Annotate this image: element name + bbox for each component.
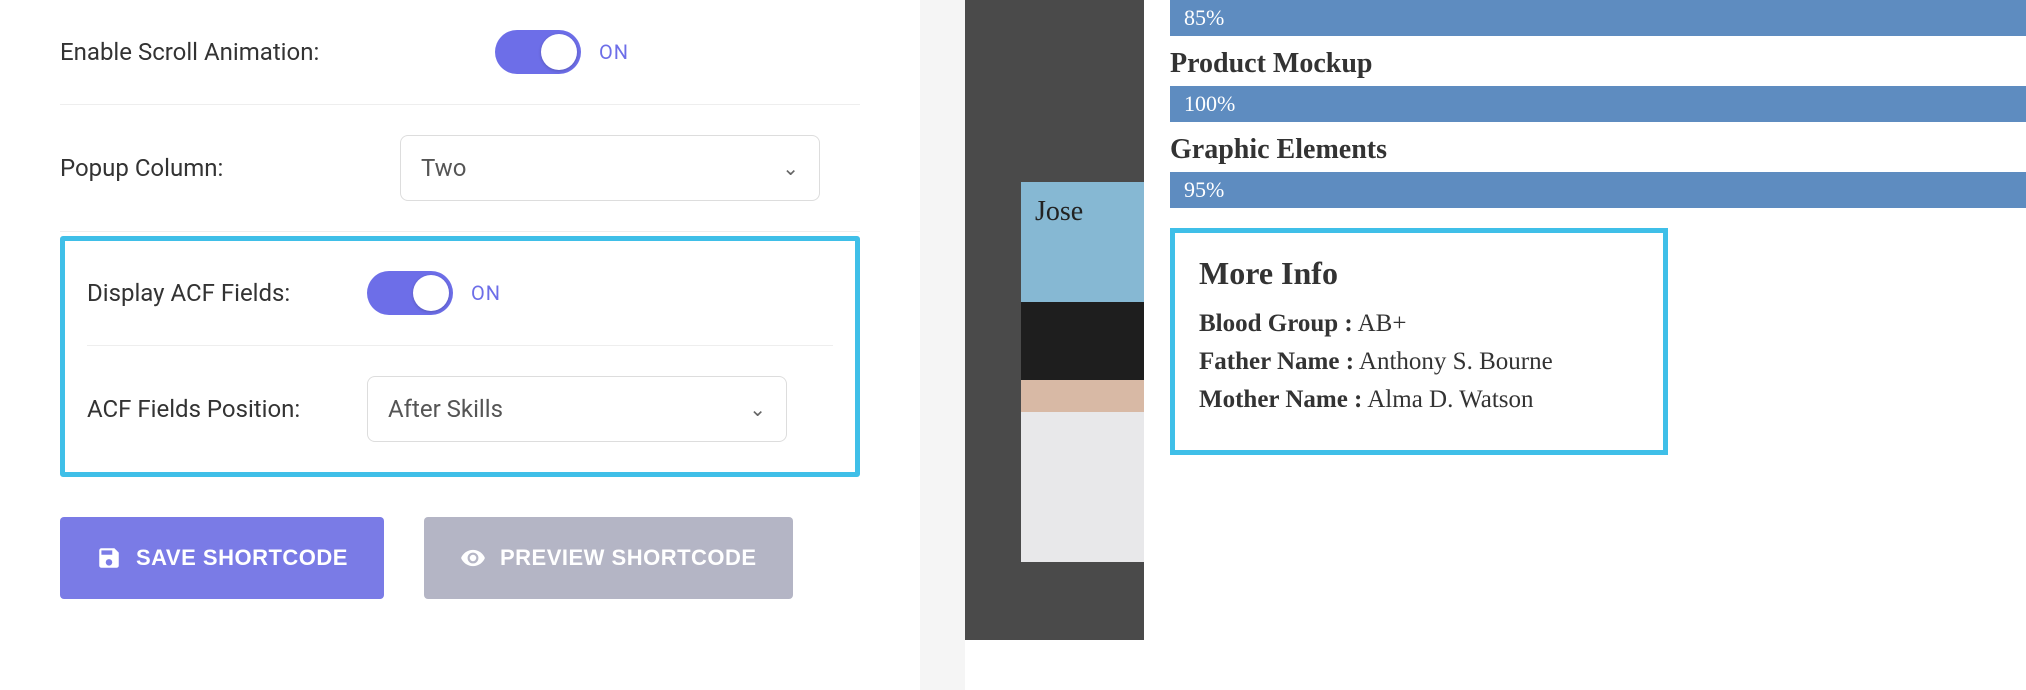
enable-scroll-label: Enable Scroll Animation: [60,38,400,66]
save-label: SAVE SHORTCODE [136,545,348,571]
preview-shortcode-button[interactable]: PREVIEW SHORTCODE [424,517,793,599]
toggle-knob [541,34,577,70]
save-shortcode-button[interactable]: SAVE SHORTCODE [60,517,384,599]
info-label: Mother Name : [1199,386,1362,413]
preview-panel: Jose 85% Product Mockup 100% Graphic Ele… [965,0,2026,690]
enable-scroll-state: ON [599,40,629,64]
info-label: Father Name : [1199,348,1354,375]
skill-bar-row: 85% [1170,0,2026,36]
member-tile: Jose [1021,182,1144,302]
row-acf-position: ACF Fields Position: After Skills ⌄ [87,346,833,472]
save-icon [96,545,122,571]
skill-title: Graphic Elements [1170,134,2026,166]
skill-bar: 95% [1170,172,2026,208]
skill-bar: 85% [1170,0,2026,36]
info-blood-group: Blood Group : AB+ [1199,310,1639,338]
chevron-down-icon: ⌄ [782,156,799,180]
skill-bar-row: Graphic Elements 95% [1170,134,2026,208]
row-display-acf: Display ACF Fields: ON [87,241,833,346]
skill-bar: 100% [1170,86,2026,122]
eye-icon [460,545,486,571]
settings-panel: Enable Scroll Animation: ON Popup Column… [0,0,920,690]
display-acf-label: Display ACF Fields: [87,279,367,307]
preview-content: 85% Product Mockup 100% Graphic Elements… [1144,0,2026,690]
acf-position-select[interactable]: After Skills ⌄ [367,376,787,442]
acf-position-value: After Skills [388,395,503,423]
enable-scroll-toggle[interactable] [495,30,581,74]
info-father-name: Father Name : Anthony S. Bourne [1199,348,1639,376]
info-value: Alma D. Watson [1367,386,1533,413]
info-value: AB+ [1358,310,1407,337]
info-label: Blood Group : [1199,310,1353,337]
button-row: SAVE SHORTCODE PREVIEW SHORTCODE [60,517,860,599]
info-mother-name: Mother Name : Alma D. Watson [1199,386,1639,414]
chevron-down-icon: ⌄ [749,397,766,421]
display-acf-toggle[interactable] [367,271,453,315]
row-popup-column: Popup Column: Two ⌄ [60,105,860,232]
more-info-highlight-box: More Info Blood Group : AB+ Father Name … [1170,228,1668,455]
preview-label: PREVIEW SHORTCODE [500,545,757,571]
member-photo-placeholder [1021,302,1144,562]
acf-position-label: ACF Fields Position: [87,395,367,423]
display-acf-state: ON [471,281,501,305]
popup-column-value: Two [421,154,466,182]
acf-highlight-box: Display ACF Fields: ON ACF Fields Positi… [60,236,860,477]
row-enable-scroll: Enable Scroll Animation: ON [60,0,860,105]
more-info-title: More Info [1199,255,1639,292]
info-value: Anthony S. Bourne [1359,348,1553,375]
skill-title: Product Mockup [1170,48,2026,80]
skill-bar-row: Product Mockup 100% [1170,48,2026,122]
popup-column-label: Popup Column: [60,154,400,182]
toggle-knob [413,275,449,311]
popup-column-select[interactable]: Two ⌄ [400,135,820,201]
member-name-partial: Jose [1021,182,1144,228]
